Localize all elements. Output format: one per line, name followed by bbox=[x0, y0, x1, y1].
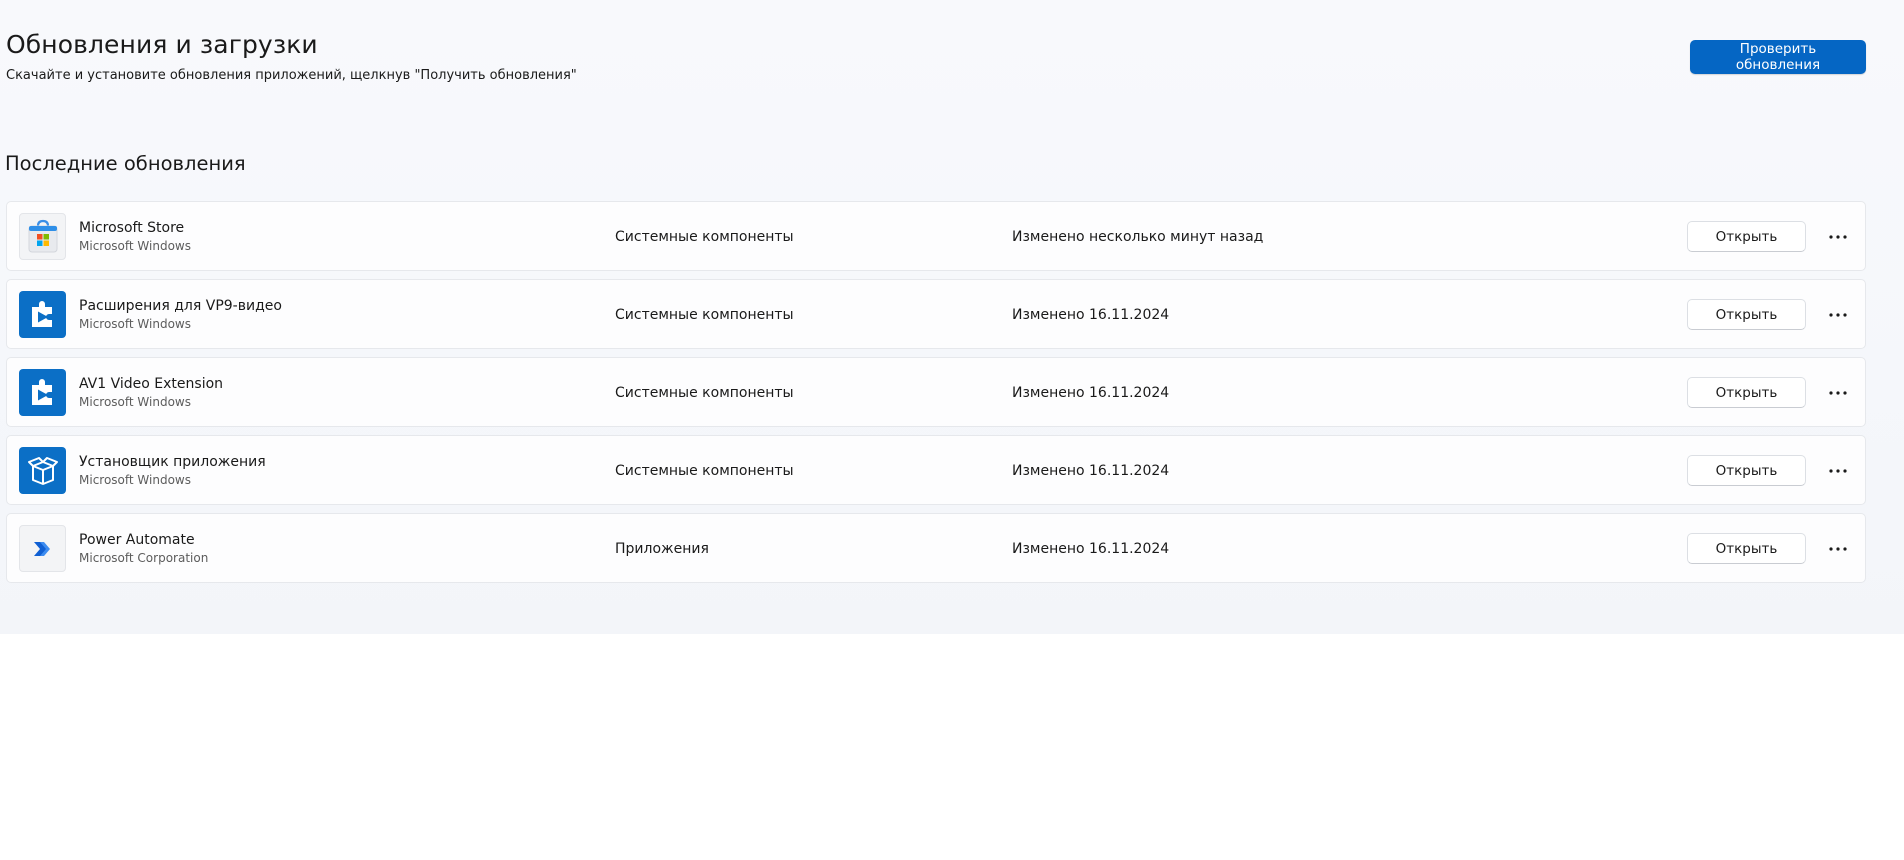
open-button[interactable]: Открыть bbox=[1687, 533, 1806, 564]
list-item[interactable]: AV1 Video Extension Microsoft Windows Си… bbox=[6, 357, 1866, 427]
list-item[interactable]: Расширения для VP9-видео Microsoft Windo… bbox=[6, 279, 1866, 349]
more-options-button[interactable] bbox=[1822, 456, 1854, 486]
app-category: Приложения bbox=[615, 541, 709, 557]
video-extension-icon bbox=[19, 291, 66, 338]
app-installer-icon bbox=[19, 447, 66, 494]
list-item[interactable]: Microsoft Store Microsoft Windows Систем… bbox=[6, 201, 1866, 271]
app-publisher: Microsoft Windows bbox=[79, 239, 191, 253]
power-automate-icon bbox=[19, 525, 66, 572]
app-name: AV1 Video Extension bbox=[79, 376, 224, 392]
updates-page: Обновления и загрузки Скачайте и установ… bbox=[0, 0, 1904, 860]
more-options-button[interactable] bbox=[1822, 222, 1854, 252]
app-publisher: Microsoft Windows bbox=[79, 473, 191, 487]
app-name: Power Automate bbox=[79, 532, 195, 548]
app-category: Системные компоненты bbox=[615, 385, 794, 401]
recent-updates-list: Microsoft Store Microsoft Windows Систем… bbox=[6, 201, 1866, 591]
open-button[interactable]: Открыть bbox=[1687, 455, 1806, 486]
more-icon bbox=[1829, 469, 1847, 473]
more-options-button[interactable] bbox=[1822, 300, 1854, 330]
app-modified-date: Изменено 16.11.2024 bbox=[1012, 463, 1170, 479]
app-publisher: Microsoft Corporation bbox=[79, 551, 209, 565]
app-category: Системные компоненты bbox=[615, 229, 794, 245]
page-subtitle: Скачайте и установите обновления приложе… bbox=[6, 68, 577, 83]
more-icon bbox=[1829, 391, 1847, 395]
more-options-button[interactable] bbox=[1822, 378, 1854, 408]
microsoft-store-icon bbox=[19, 213, 66, 260]
open-button[interactable]: Открыть bbox=[1687, 377, 1806, 408]
app-publisher: Microsoft Windows bbox=[79, 317, 191, 331]
open-button[interactable]: Открыть bbox=[1687, 299, 1806, 330]
more-icon bbox=[1829, 313, 1847, 317]
open-button[interactable]: Открыть bbox=[1687, 221, 1806, 252]
app-publisher: Microsoft Windows bbox=[79, 395, 191, 409]
more-options-button[interactable] bbox=[1822, 534, 1854, 564]
app-modified-date: Изменено несколько минут назад bbox=[1012, 229, 1264, 245]
list-item[interactable]: Установщик приложения Microsoft Windows … bbox=[6, 435, 1866, 505]
list-item[interactable]: Power Automate Microsoft Corporation При… bbox=[6, 513, 1866, 583]
app-name: Установщик приложения bbox=[79, 454, 266, 470]
app-modified-date: Изменено 16.11.2024 bbox=[1012, 541, 1170, 557]
app-name: Microsoft Store bbox=[79, 220, 185, 236]
app-modified-date: Изменено 16.11.2024 bbox=[1012, 385, 1170, 401]
app-category: Системные компоненты bbox=[615, 463, 794, 479]
app-modified-date: Изменено 16.11.2024 bbox=[1012, 307, 1170, 323]
more-icon bbox=[1829, 547, 1847, 551]
recent-updates-title: Последние обновления bbox=[5, 152, 246, 175]
app-name: Расширения для VP9-видео bbox=[79, 298, 282, 314]
video-extension-icon bbox=[19, 369, 66, 416]
check-updates-button[interactable]: Проверить обновления bbox=[1690, 40, 1866, 74]
page-title: Обновления и загрузки bbox=[6, 30, 318, 59]
content-panel: Обновления и загрузки Скачайте и установ… bbox=[0, 0, 1904, 634]
app-category: Системные компоненты bbox=[615, 307, 794, 323]
more-icon bbox=[1829, 235, 1847, 239]
